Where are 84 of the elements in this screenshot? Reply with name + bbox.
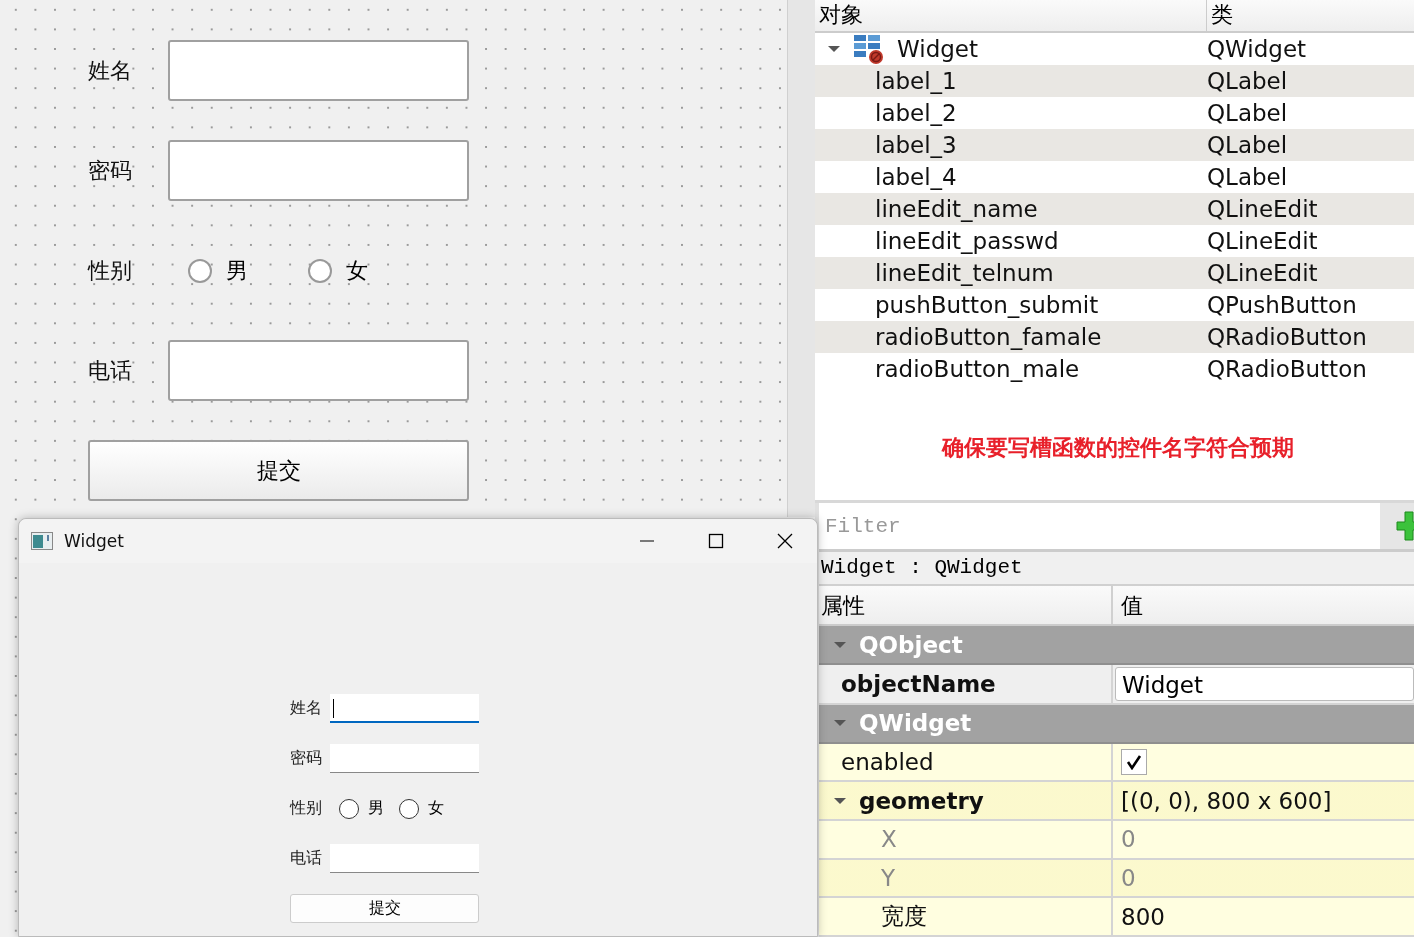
maximize-icon[interactable] — [708, 533, 724, 549]
property-value: 800 — [1121, 903, 1165, 930]
object-name: radioButton_famale — [875, 324, 1102, 350]
text-field[interactable] — [330, 744, 479, 773]
radio-label: 女 — [346, 256, 368, 285]
field-label: 姓名 — [88, 56, 133, 85]
property-row[interactable]: 宽度 800 — [819, 898, 1414, 937]
tree-row[interactable]: lineEdit_name QLineEdit — [815, 193, 1414, 225]
add-button[interactable] — [1380, 503, 1414, 550]
submit-button[interactable]: 提交 — [290, 894, 479, 923]
property-row[interactable]: objectName Widget — [819, 665, 1414, 705]
class-name: QWidget — [1207, 36, 1307, 62]
object-name: Widget — [897, 36, 978, 62]
tree-row[interactable]: label_3 QLabel — [815, 129, 1414, 161]
object-name: label_1 — [875, 68, 957, 94]
class-name: QPushButton — [1207, 292, 1357, 318]
checkmark-icon — [1126, 754, 1142, 770]
column-header[interactable]: 对象 — [815, 0, 1207, 31]
tree-row[interactable]: lineEdit_telnum QLineEdit — [815, 257, 1414, 289]
class-name: QLabel — [1207, 100, 1288, 126]
filter-field[interactable]: Filter — [819, 503, 1380, 550]
window-title: Widget — [64, 531, 124, 551]
app-icon — [31, 532, 53, 550]
text-field[interactable] — [168, 140, 469, 201]
field-label: 性别 — [290, 798, 323, 819]
annotation-text: 确保要写槽函数的控件名字符合预期 — [940, 434, 1295, 462]
radio-label: 男 — [368, 798, 384, 819]
field-label: 电话 — [290, 848, 323, 869]
radio-label: 女 — [428, 798, 444, 819]
tree-row[interactable]: label_1 QLabel — [815, 65, 1414, 97]
property-name: Y — [881, 865, 896, 891]
property-name: 宽度 — [881, 902, 927, 932]
property-name: X — [881, 826, 897, 853]
field-label: 密码 — [88, 156, 133, 185]
object-name: lineEdit_name — [875, 196, 1038, 222]
object-name: lineEdit_telnum — [875, 260, 1054, 286]
column-header[interactable]: 属性 — [819, 586, 1113, 625]
class-name: QLabel — [1207, 164, 1288, 190]
column-header[interactable]: 类 — [1207, 0, 1237, 31]
submit-button[interactable]: 提交 — [88, 440, 469, 501]
text-field[interactable] — [330, 694, 479, 723]
text-field[interactable] — [168, 340, 469, 401]
class-name: QLabel — [1207, 132, 1288, 158]
close-icon[interactable] — [777, 533, 793, 549]
expand-arrow-icon[interactable] — [827, 43, 841, 55]
radio-button[interactable] — [188, 258, 212, 283]
property-value: 0 — [1121, 865, 1136, 891]
field-label: 姓名 — [290, 698, 323, 719]
property-row[interactable]: geometry [(0, 0), 800 x 600] — [819, 782, 1414, 821]
text-field[interactable] — [330, 844, 479, 873]
field-label: 密码 — [290, 748, 323, 769]
property-name: enabled — [841, 749, 934, 775]
checkbox[interactable] — [1121, 749, 1147, 775]
text-field[interactable] — [168, 40, 469, 101]
property-value: [(0, 0), 800 x 600] — [1121, 787, 1332, 814]
group-name: QObject — [859, 631, 963, 658]
class-name: QLineEdit — [1207, 196, 1318, 222]
class-name: QRadioButton — [1207, 324, 1367, 350]
column-header[interactable]: 值 — [1113, 586, 1143, 625]
class-name: QLabel — [1207, 68, 1288, 94]
tree-row[interactable]: radioButton_famale QRadioButton — [815, 321, 1414, 353]
object-name: lineEdit_passwd — [875, 228, 1059, 254]
object-name: label_4 — [875, 164, 957, 190]
plus-icon — [1396, 511, 1414, 542]
class-name: QRadioButton — [1207, 356, 1367, 382]
object-name: label_2 — [875, 100, 957, 126]
object-name: pushButton_submit — [875, 292, 1099, 318]
class-name: QLineEdit — [1207, 228, 1318, 254]
class-name: QLineEdit — [1207, 260, 1318, 286]
field-label: 电话 — [88, 356, 133, 385]
property-name: geometry — [859, 787, 984, 814]
radio-button[interactable] — [399, 798, 419, 819]
property-value: 0 — [1121, 826, 1136, 853]
radio-button[interactable] — [308, 258, 332, 283]
radio-button[interactable] — [339, 798, 359, 819]
property-name: objectName — [841, 671, 996, 697]
object-name: radioButton_male — [875, 356, 1080, 382]
radio-label: 男 — [226, 256, 248, 285]
widget-icon — [853, 33, 885, 65]
object-name: label_3 — [875, 132, 957, 158]
value-field[interactable]: Widget — [1115, 667, 1414, 701]
group-name: QWidget — [859, 710, 972, 737]
property-row[interactable]: enabled — [819, 743, 1414, 783]
field-label: 性别 — [88, 256, 133, 285]
